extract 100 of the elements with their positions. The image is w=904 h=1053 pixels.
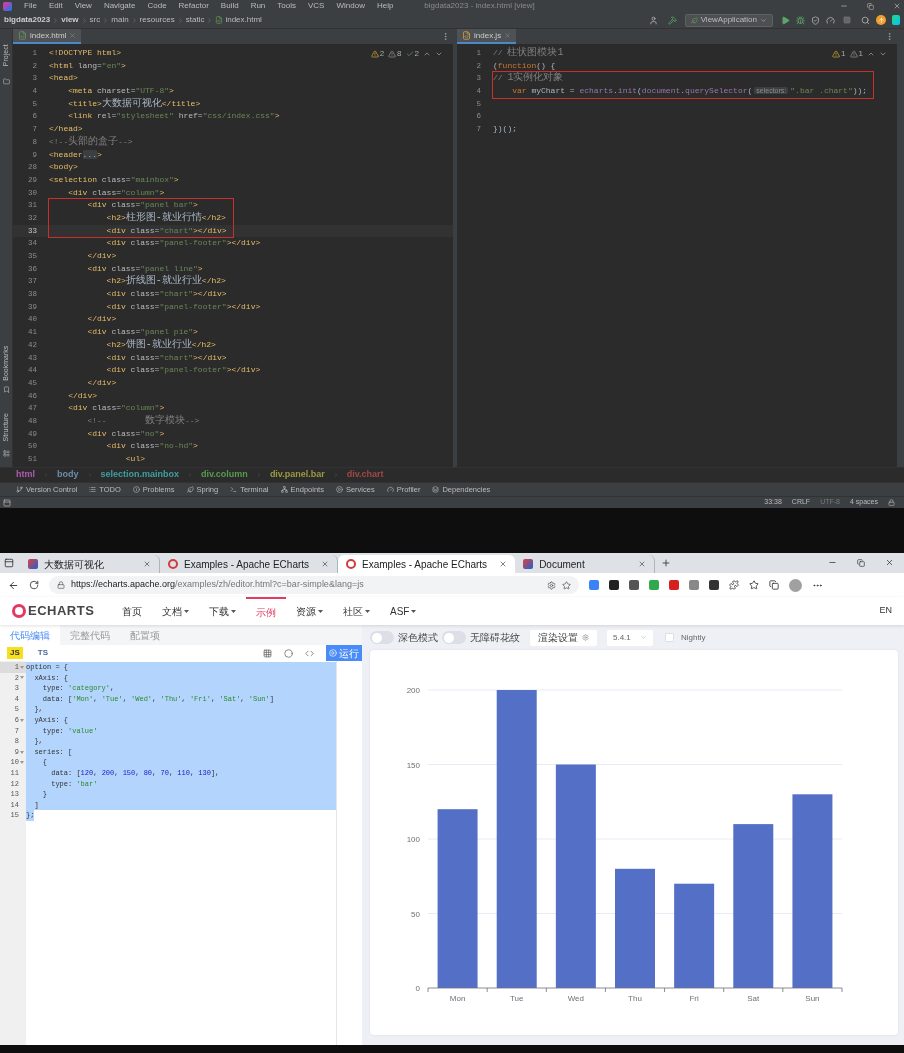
inspection-count: 1 [858, 48, 863, 60]
version-select[interactable]: 5.4.1 [607, 629, 653, 646]
menu-item[interactable]: Run [250, 0, 266, 12]
fold-icon[interactable] [20, 718, 24, 722]
restore-icon[interactable] [867, 2, 874, 10]
menu-item[interactable]: File [24, 0, 37, 12]
fold-icon[interactable] [20, 676, 24, 680]
close-icon[interactable] [893, 2, 901, 10]
breadcrumb-item[interactable]: div.panel.bar [269, 468, 325, 482]
star-icon[interactable] [562, 580, 571, 590]
language-tab[interactable]: JS [7, 647, 23, 659]
stop-icon[interactable] [843, 16, 851, 24]
fold-icon[interactable] [20, 761, 24, 765]
more-icon[interactable] [885, 32, 894, 41]
back-icon[interactable] [8, 579, 19, 591]
editor-tab[interactable]: 代码编辑 [0, 625, 60, 645]
code-line: <div class="column"> [67, 402, 165, 414]
breadcrumb-item[interactable]: selection.mainbox [100, 468, 180, 482]
code-line: <div class="panel line"> [86, 262, 203, 274]
gauge-icon[interactable] [826, 15, 835, 25]
editor-tab[interactable]: index.html [13, 29, 82, 44]
breadcrumb-item[interactable]: src [89, 14, 101, 26]
chevron-down-icon[interactable] [879, 50, 887, 58]
menu-item[interactable]: VCS [308, 0, 325, 12]
gear-icon [582, 634, 589, 641]
render-settings-button[interactable]: 渲染设置 [530, 629, 597, 646]
toggle-switch[interactable] [370, 631, 394, 644]
breadcrumb-item[interactable]: main [111, 14, 129, 26]
new-tab-icon[interactable] [661, 558, 672, 568]
gear-icon[interactable] [547, 580, 556, 590]
menu-item[interactable]: Build [220, 0, 239, 12]
menu-item[interactable]: Tools [277, 0, 296, 12]
restore-icon[interactable] [857, 559, 865, 567]
chevron-up-icon[interactable] [867, 50, 875, 58]
toggle-switch[interactable] [442, 631, 466, 644]
breadcrumb-item[interactable]: bigdata2023 [4, 14, 51, 26]
update-icon[interactable] [876, 15, 886, 25]
collections-icon[interactable] [769, 580, 779, 590]
separator-icon [176, 16, 184, 24]
bug-icon[interactable] [796, 15, 805, 25]
code-line: <div class="panel pie"> [86, 326, 198, 338]
breadcrumb-item[interactable]: div.column [201, 468, 248, 482]
chevron-up-icon[interactable] [423, 50, 431, 58]
fold-icon[interactable] [20, 750, 24, 754]
puzzle-icon[interactable] [729, 580, 739, 590]
breadcrumb-item[interactable]: index.html [225, 14, 262, 26]
code-line: <!-- 数字模块--> [86, 414, 200, 428]
chevron-down-icon[interactable] [435, 50, 443, 58]
reload-icon[interactable] [29, 580, 39, 590]
hammer-icon[interactable] [667, 15, 677, 25]
nav-item[interactable]: 社区 [333, 597, 380, 625]
nav-item[interactable]: 资源 [286, 597, 333, 625]
code-line: (function() { [493, 59, 556, 72]
lock-icon [888, 499, 895, 506]
address-bar[interactable]: https://echarts.apache.org/examples/zh/editor.html?c=bar-simple&lang=js [49, 576, 579, 594]
editor-tab[interactable]: index.js [457, 29, 517, 44]
menu-item[interactable]: Window [336, 0, 365, 12]
plugin-icon[interactable] [892, 15, 900, 25]
user-icon[interactable] [648, 15, 658, 25]
menu-item[interactable]: Navigate [103, 0, 136, 12]
axis-label: 100 [406, 835, 420, 844]
close-icon[interactable] [321, 560, 330, 568]
menu-item[interactable]: Refactor [178, 0, 209, 12]
nav-item[interactable]: 首页 [112, 597, 152, 625]
separator-icon [206, 16, 214, 24]
close-icon[interactable] [499, 560, 508, 568]
menu-item[interactable]: View [74, 0, 92, 12]
menu-item[interactable]: Edit [48, 0, 63, 12]
chevron-down-icon [760, 16, 767, 24]
run-config-dropdown[interactable]: ViewApplication [684, 13, 773, 27]
tab-actions-icon[interactable] [4, 558, 14, 568]
close-icon[interactable] [143, 560, 151, 568]
language-tab[interactable]: TS [34, 647, 52, 659]
favorites-icon[interactable] [749, 580, 759, 590]
fold-icon[interactable] [20, 665, 24, 669]
close-icon[interactable] [638, 560, 647, 568]
breadcrumb-item[interactable]: resources [139, 14, 175, 26]
breadcrumb-item[interactable]: body [57, 468, 79, 482]
checkbox[interactable] [665, 633, 674, 642]
breadcrumb-item[interactable]: html [16, 468, 35, 482]
breadcrumb-item[interactable]: static [185, 14, 205, 26]
grid-icon[interactable] [263, 648, 272, 658]
layout-icon[interactable] [3, 498, 11, 507]
language-link[interactable]: EN [879, 604, 892, 618]
search-icon[interactable] [861, 15, 870, 25]
nav-item[interactable]: 下载 [199, 597, 246, 625]
more-icon[interactable] [441, 32, 450, 41]
run-icon[interactable] [781, 15, 790, 25]
code-icon[interactable] [305, 648, 314, 658]
circle-icon[interactable] [284, 648, 293, 658]
menu-item[interactable]: Code [147, 0, 167, 12]
caret-icon [318, 609, 323, 613]
run-button[interactable]: 运行 [326, 645, 362, 661]
menu-item[interactable]: Help [376, 0, 394, 12]
nav-item[interactable]: ASF [380, 597, 427, 625]
browser-tab[interactable]: Examples - Apache ECharts [338, 555, 516, 573]
close-icon[interactable] [885, 558, 894, 567]
breadcrumb-item[interactable]: view [61, 14, 79, 26]
nav-item[interactable]: 文档 [152, 597, 199, 625]
shield-icon[interactable] [811, 15, 820, 25]
